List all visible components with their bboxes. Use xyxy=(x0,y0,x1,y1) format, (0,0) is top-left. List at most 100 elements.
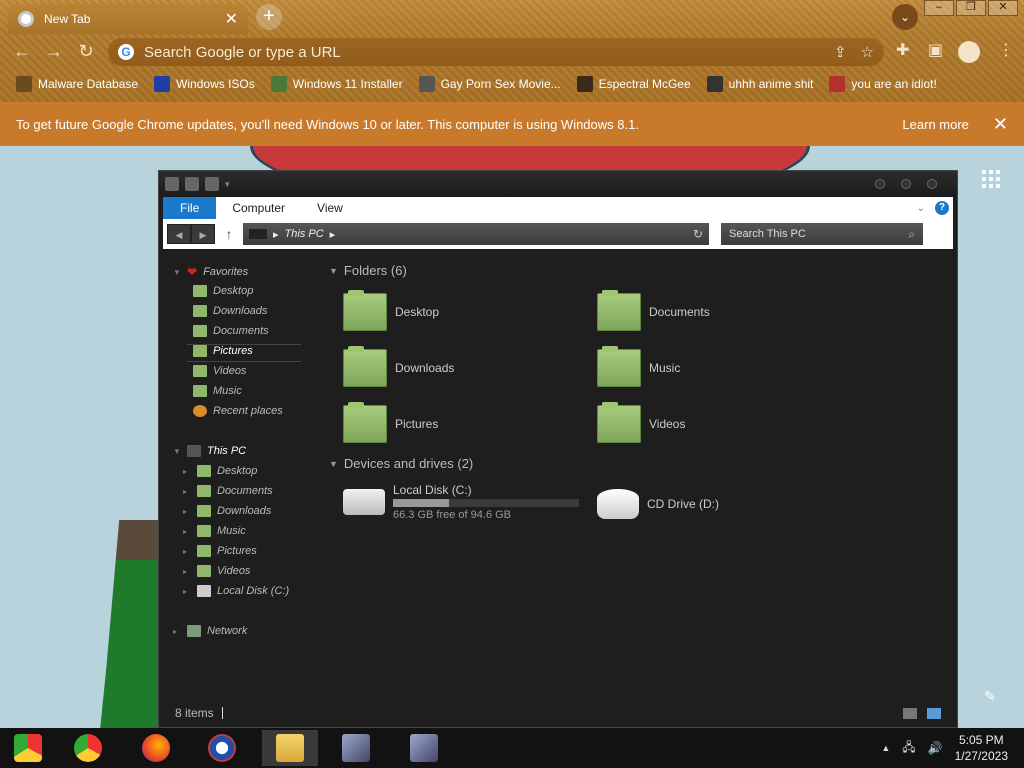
breadcrumb-chevron-icon[interactable]: ▸ xyxy=(330,228,336,241)
drive-cd-d[interactable]: CD Drive (D:) xyxy=(597,489,719,519)
large-icons-view-icon[interactable] xyxy=(927,707,941,719)
nav-pc-downloads[interactable]: ▸ Downloads xyxy=(183,505,271,517)
up-arrow-icon[interactable]: ↑ xyxy=(219,226,239,242)
new-tab-button[interactable]: + xyxy=(256,4,282,30)
new-folder-icon[interactable] xyxy=(205,177,219,191)
learn-more-button[interactable]: Learn more xyxy=(902,117,968,132)
nav-pc-local-disk[interactable]: ▸ Local Disk (C:) xyxy=(183,585,289,597)
omnibox[interactable]: G Search Google or type a URL ⇪ ☆ xyxy=(108,38,884,66)
close-window-button[interactable]: ✕ xyxy=(988,0,1018,16)
folder-documents[interactable]: Documents xyxy=(597,290,710,331)
folder-music[interactable]: Music xyxy=(597,346,680,387)
bookmark-item[interactable]: Espectral McGee xyxy=(576,76,691,92)
forward-button[interactable]: → xyxy=(42,40,66,64)
bookmark-item[interactable]: uhhh anime shit xyxy=(706,76,813,92)
details-view-icon[interactable] xyxy=(903,707,917,719)
nav-network[interactable]: ▸ Network xyxy=(173,625,247,637)
search-icon[interactable]: ⌕ xyxy=(908,227,915,242)
taskbar-installer-1[interactable] xyxy=(328,730,384,766)
show-hidden-icons-icon[interactable]: ▲ xyxy=(881,743,890,753)
nav-pc-music[interactable]: ▸ Music xyxy=(183,525,246,537)
clock[interactable]: 5:05 PM 1/27/2023 xyxy=(955,732,1008,764)
customize-pencil-icon[interactable]: ✎ xyxy=(984,688,996,705)
bookmark-star-icon[interactable]: ☆ xyxy=(861,43,874,61)
network-icon[interactable]: 🖧 xyxy=(902,738,915,759)
google-apps-icon[interactable] xyxy=(982,170,1000,188)
taskbar-chrome[interactable] xyxy=(60,730,116,766)
address-location[interactable]: This PC xyxy=(285,228,324,240)
ribbon-tab-computer[interactable]: Computer xyxy=(216,201,301,215)
nav-fav-recent[interactable]: Recent places xyxy=(193,405,283,417)
folder-desktop[interactable]: Desktop xyxy=(343,290,439,331)
chevron-down-icon[interactable]: ▼ xyxy=(329,459,338,469)
maximize-button[interactable]: ❐ xyxy=(956,0,986,16)
nav-this-pc[interactable]: ▼ This PC xyxy=(173,445,246,457)
reload-button[interactable]: ↻ xyxy=(74,40,98,64)
nav-favorites[interactable]: ▼ ❤ Favorites xyxy=(173,265,248,279)
nav-fav-desktop[interactable]: Desktop xyxy=(193,285,253,297)
nav-pc-videos[interactable]: ▸ Videos xyxy=(183,565,250,577)
nav-pc-desktop[interactable]: ▸ Desktop xyxy=(183,465,257,477)
menu-icon[interactable]: ⋮ xyxy=(998,40,1014,60)
nav-fav-documents[interactable]: Documents xyxy=(193,325,269,337)
expand-ribbon-icon[interactable]: ⌄ xyxy=(917,203,925,214)
taskbar-file-explorer[interactable] xyxy=(262,730,318,766)
bookmark-item[interactable]: Gay Porn Sex Movie... xyxy=(418,76,561,92)
taskbar-obama-logo[interactable] xyxy=(194,730,250,766)
bookmark-item[interactable]: Windows ISOs xyxy=(154,76,255,92)
breadcrumb-chevron-icon[interactable]: ▸ xyxy=(273,228,279,241)
nav-fav-pictures[interactable]: Pictures xyxy=(193,345,253,357)
omnibox-input[interactable]: Search Google or type a URL xyxy=(144,44,820,61)
share-icon[interactable]: ⇪ xyxy=(834,43,847,61)
nav-fav-videos[interactable]: Videos xyxy=(193,365,246,377)
extensions-icon[interactable]: ✚ xyxy=(896,40,909,60)
chevron-right-icon[interactable]: ▸ xyxy=(183,567,191,576)
nav-fav-music[interactable]: Music xyxy=(193,385,242,397)
chevron-down-icon[interactable]: ▼ xyxy=(329,266,338,276)
close-infobar-icon[interactable]: ✕ xyxy=(993,114,1008,135)
customize-toolbar-icon[interactable]: ▾ xyxy=(225,179,230,190)
explorer-close-button[interactable] xyxy=(927,179,937,189)
explorer-back-button[interactable]: ◀ xyxy=(167,224,191,244)
chevron-right-icon[interactable]: ▸ xyxy=(173,627,181,636)
help-icon[interactable]: ? xyxy=(935,201,949,215)
properties-icon[interactable] xyxy=(185,177,199,191)
nav-fav-downloads[interactable]: Downloads xyxy=(193,305,267,317)
tab-search-button[interactable]: ⌄ xyxy=(892,4,918,30)
profile-avatar[interactable] xyxy=(958,41,980,63)
chevron-right-icon[interactable]: ▸ xyxy=(183,487,191,496)
chevron-down-icon[interactable]: ▼ xyxy=(173,268,181,277)
folder-downloads[interactable]: Downloads xyxy=(343,346,454,387)
chevron-right-icon[interactable]: ▸ xyxy=(183,587,191,596)
explorer-maximize-button[interactable] xyxy=(901,179,911,189)
chevron-right-icon[interactable]: ▸ xyxy=(183,507,191,516)
taskbar-installer-2[interactable] xyxy=(396,730,452,766)
address-bar[interactable]: ▸ This PC ▸ ↻ xyxy=(243,223,709,245)
taskbar-chrome-os[interactable] xyxy=(0,730,56,766)
volume-icon[interactable]: 🔊 xyxy=(928,741,943,755)
back-button[interactable]: ← xyxy=(10,40,34,64)
taskbar-firefox[interactable] xyxy=(128,730,184,766)
folder-pictures[interactable]: Pictures xyxy=(343,402,438,443)
search-input[interactable]: Search This PC ⌕ xyxy=(721,223,923,245)
nav-pc-documents[interactable]: ▸ Documents xyxy=(183,485,273,497)
devices-group-header[interactable]: ▼ Devices and drives (2) xyxy=(329,456,473,471)
ribbon-file-tab[interactable]: File xyxy=(163,197,217,219)
bookmark-item[interactable]: you are an idiot! xyxy=(829,76,937,92)
drive-local-disk-c[interactable]: Local Disk (C:) 66.3 GB free of 94.6 GB xyxy=(343,483,579,521)
folders-group-header[interactable]: ▼ Folders (6) xyxy=(329,263,407,278)
chevron-right-icon[interactable]: ▸ xyxy=(183,547,191,556)
chevron-down-icon[interactable]: ▼ xyxy=(173,447,181,456)
side-panel-icon[interactable]: ▣ xyxy=(928,40,943,60)
nav-pc-pictures[interactable]: ▸ Pictures xyxy=(183,545,257,557)
tab-new-tab[interactable]: New Tab ✕ xyxy=(8,4,248,34)
chevron-right-icon[interactable]: ▸ xyxy=(183,467,191,476)
minimize-button[interactable]: ‒ xyxy=(924,0,954,16)
folder-videos[interactable]: Videos xyxy=(597,402,685,443)
refresh-icon[interactable]: ↻ xyxy=(693,227,703,241)
close-tab-icon[interactable]: ✕ xyxy=(225,9,238,29)
ribbon-tab-view[interactable]: View xyxy=(301,201,359,215)
bookmark-item[interactable]: Malware Database xyxy=(16,76,138,92)
explorer-minimize-button[interactable] xyxy=(875,179,885,189)
bookmark-item[interactable]: Windows 11 Installer xyxy=(270,76,403,92)
